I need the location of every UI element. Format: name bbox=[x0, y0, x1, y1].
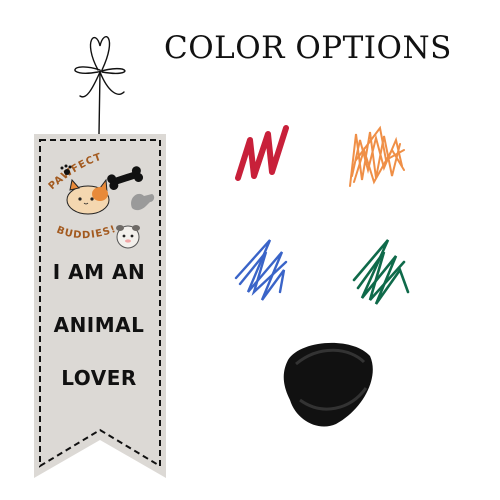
bow-icon bbox=[74, 35, 126, 135]
hamster-icon bbox=[116, 225, 140, 249]
banner-line-3: LOVER bbox=[61, 366, 137, 390]
swatch-black[interactable] bbox=[283, 342, 373, 427]
swatch-orange[interactable] bbox=[349, 125, 405, 187]
swatch-red[interactable] bbox=[235, 125, 289, 181]
artwork-canvas: PAWFECT BUDDIES! bbox=[34, 35, 410, 478]
swatch-green[interactable] bbox=[352, 239, 410, 305]
banner-line-1: I AM AN bbox=[52, 260, 146, 284]
banner-line-2: ANIMAL bbox=[53, 313, 145, 337]
swatch-blue[interactable] bbox=[234, 239, 288, 301]
